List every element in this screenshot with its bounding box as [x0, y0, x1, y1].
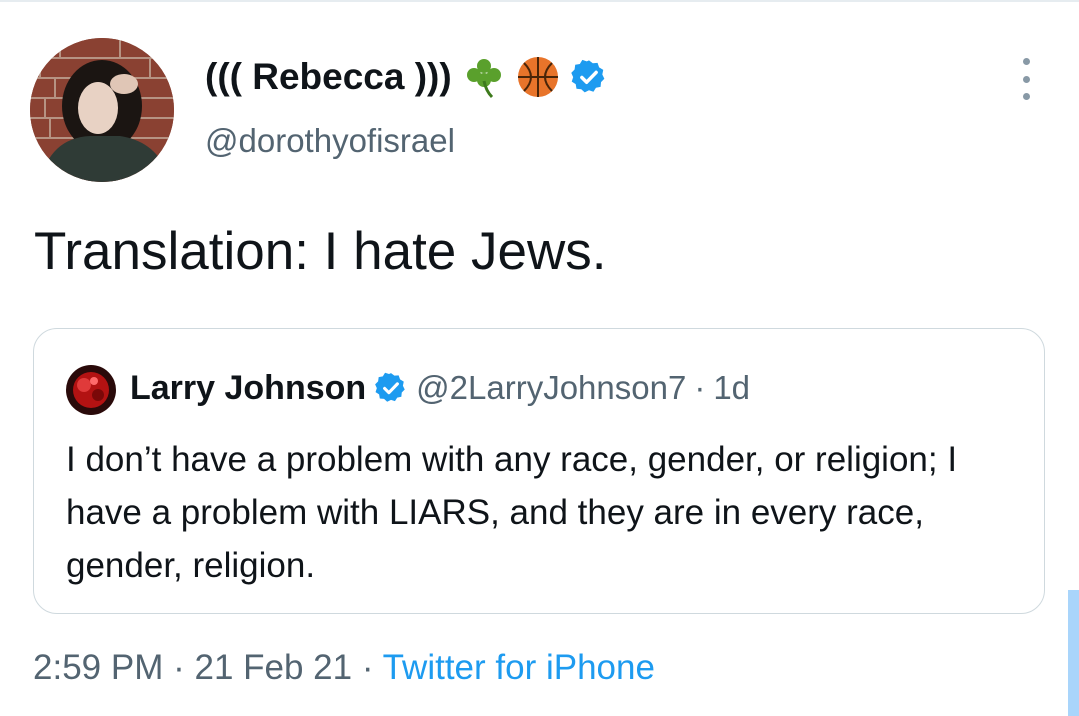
verified-badge-icon: [570, 58, 608, 96]
author-avatar-image: [30, 38, 174, 182]
quoted-author-avatar-image: [66, 365, 116, 415]
quoted-author-name[interactable]: Larry Johnson: [130, 369, 366, 408]
top-divider: [0, 0, 1079, 2]
author-handle[interactable]: @dorothyofisrael: [205, 122, 455, 160]
quoted-tweet-text: I don’t have a problem with any race, ge…: [66, 440, 958, 585]
tweet-time[interactable]: 2:59 PM: [33, 648, 163, 687]
quoted-tweet-header: Larry Johnson @2LarryJohnson7 · 1d: [130, 363, 750, 413]
separator-dot: ·: [694, 369, 706, 406]
more-dot: [1022, 93, 1030, 100]
more-options-icon[interactable]: [1012, 58, 1040, 100]
shamrock-icon: [462, 55, 506, 99]
separator-dot: ·: [173, 648, 185, 687]
tweet-date[interactable]: 21 Feb 21: [194, 648, 352, 687]
separator-dot: ·: [361, 648, 374, 687]
quoted-author-handle[interactable]: @2LarryJohnson7: [416, 369, 686, 407]
author-name-row[interactable]: ((( Rebecca ))): [205, 52, 608, 102]
scrollbar[interactable]: [1068, 590, 1079, 716]
more-dot: [1022, 58, 1030, 65]
more-dot: [1022, 75, 1030, 83]
tweet-source-link[interactable]: Twitter for iPhone: [383, 648, 655, 687]
tweet-text: Translation: I hate Jews.: [34, 222, 607, 281]
quoted-tweet-time[interactable]: 1d: [713, 369, 750, 407]
basketball-icon: [516, 55, 560, 99]
author-display-name[interactable]: ((( Rebecca ))): [205, 56, 452, 98]
verified-badge-icon: [374, 371, 408, 405]
quoted-tweet-card[interactable]: Larry Johnson @2LarryJohnson7 · 1d I don…: [33, 328, 1045, 614]
author-avatar[interactable]: [30, 38, 174, 182]
tweet-meta: 2:59 PM · 21 Feb 21 · Twitter for iPhone: [33, 648, 655, 688]
quoted-author-avatar[interactable]: [66, 365, 116, 415]
